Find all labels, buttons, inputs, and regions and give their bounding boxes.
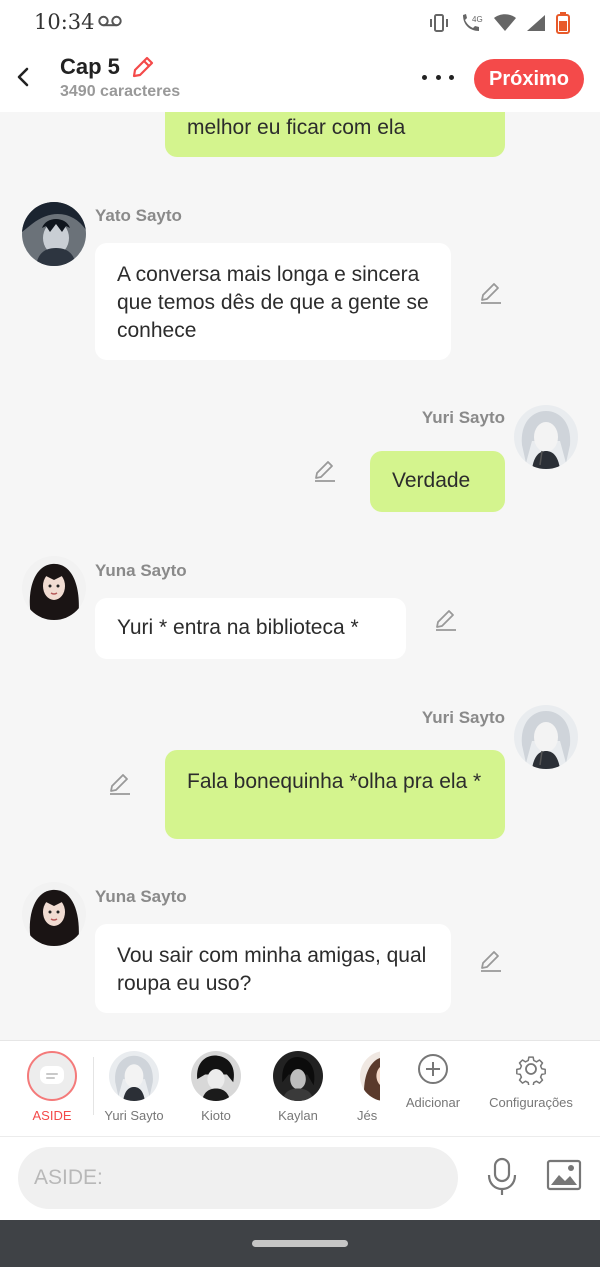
avatar [273,1051,323,1101]
chapter-header: Cap 5 3490 caracteres Próximo [0,46,600,112]
character-selector: ASIDE Yuri Sayto Kioto Kaylan Jés Adicio… [0,1040,600,1136]
speaker-name: Yuna Sayto [95,887,187,906]
avatar-yuna-sayto[interactable] [22,556,86,620]
speaker-name: Yuri Sayto [421,408,505,427]
character-aside[interactable]: ASIDE [12,1051,92,1123]
message-text: Vou sair com minha amigas, qual roupa eu… [117,944,427,995]
add-circle-icon [418,1054,448,1084]
character-label: Kaylan [278,1108,318,1123]
message-bubble-right[interactable]: Verdade [370,451,505,512]
chapter-title[interactable]: Cap 5 [60,54,120,80]
speaker-name: Yato Sayto [95,206,182,225]
speaker-name: Yuna Sayto [95,561,187,580]
avatar-yato-sayto[interactable] [22,202,86,266]
message-text: A conversa mais longa e sincera que temo… [117,263,429,342]
pencil-icon[interactable] [433,607,459,633]
chat-area[interactable]: melhor eu ficar com ela Yato Sayto A con… [0,112,600,1040]
character-label: ASIDE [32,1108,72,1123]
avatar [360,1051,380,1101]
next-button[interactable]: Próximo [474,59,584,99]
pencil-icon[interactable] [107,771,133,797]
pencil-icon[interactable] [478,280,504,306]
pencil-icon[interactable] [130,54,156,80]
message-bubble-right[interactable]: Fala bonequinha *olha pra ela * [165,750,505,839]
message-bubble-left[interactable]: Vou sair com minha amigas, qual roupa eu… [95,924,451,1013]
character-yuri-sayto[interactable]: Yuri Sayto [94,1051,174,1123]
avatar-yuri-sayto[interactable] [514,405,578,469]
image-icon[interactable] [546,1159,582,1191]
character-jes[interactable]: Jés [330,1051,380,1123]
vibrate-icon [430,14,448,32]
message-bubble-left[interactable]: A conversa mais longa e sincera que temo… [95,243,451,360]
aside-chat-icon [27,1051,77,1101]
voicemail-icon [98,15,122,27]
svg-text:4G: 4G [472,15,483,24]
speaker-name: Yuri Sayto [421,708,505,727]
avatar-yuri-sayto[interactable] [514,705,578,769]
character-kioto[interactable]: Kioto [176,1051,256,1123]
home-gesture-pill[interactable] [252,1240,348,1247]
settings-label: Configurações [489,1095,573,1110]
dot [449,74,454,80]
character-label: Jés [357,1108,378,1123]
system-nav-bar [0,1220,600,1267]
dot [422,74,427,80]
status-icons: 4G [428,12,570,34]
avatar-yuna-sayto[interactable] [22,882,86,946]
status-time: 10:34 [34,10,95,34]
message-input[interactable] [18,1147,458,1209]
message-text: Yuri * entra na biblioteca * [117,616,359,639]
signal-icon [527,15,545,31]
add-label: Adicionar [405,1095,461,1110]
character-label: Yuri Sayto [104,1108,164,1123]
character-kaylan[interactable]: Kaylan [258,1051,338,1123]
chapter-title-area[interactable]: Cap 5 3490 caracteres [60,54,180,101]
avatar [191,1051,241,1101]
message-text: Fala bonequinha *olha pra ela * [187,770,482,793]
add-character-button[interactable]: Adicionar [400,1053,466,1110]
status-bar: 10:34 4G [0,0,600,46]
avatar [109,1051,159,1101]
wifi-call-icon: 4G [463,14,483,31]
input-bar [0,1136,600,1220]
character-label: Kioto [201,1108,231,1123]
battery-icon [556,12,570,34]
pencil-icon[interactable] [478,948,504,974]
more-dots-icon[interactable] [420,66,456,88]
message-text: Verdade [392,469,471,492]
dot [435,74,441,80]
settings-button[interactable]: Configurações [484,1053,578,1110]
back-arrow-icon[interactable] [10,62,36,92]
message-bubble-right[interactable]: melhor eu ficar com ela [165,112,505,157]
pencil-icon[interactable] [312,458,338,484]
message-bubble-left[interactable]: Yuri * entra na biblioteca * [95,598,406,659]
gear-icon [516,1056,546,1085]
microphone-icon[interactable] [484,1157,520,1197]
character-count: 3490 caracteres [60,83,181,100]
wifi-icon [494,14,516,31]
message-text: melhor eu ficar com ela [187,116,406,139]
